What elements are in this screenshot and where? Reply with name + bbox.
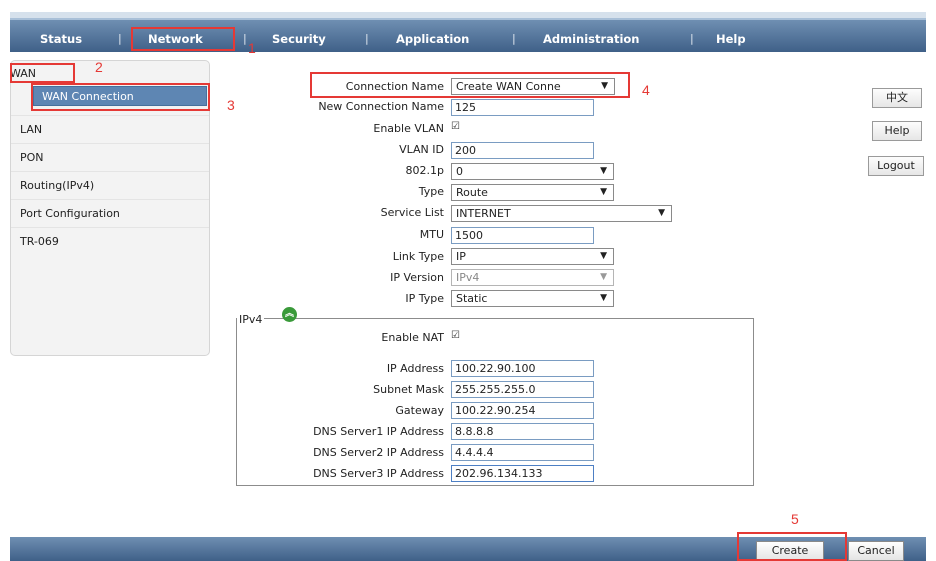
sidebar-divider [11, 227, 209, 228]
ip-address-input[interactable]: 100.22.90.100 [451, 360, 594, 377]
service-list-select[interactable]: INTERNET ▼ [451, 205, 672, 222]
dropdown-arrow-icon: ▼ [658, 208, 665, 218]
nav-application[interactable]: Application [396, 32, 469, 46]
logout-button[interactable]: Logout [868, 156, 924, 176]
dropdown-arrow-icon: ▼ [600, 272, 607, 282]
vlan-id-input[interactable]: 200 [451, 142, 594, 159]
ip-version-select: IPv4 ▼ [451, 269, 614, 286]
sidebar-item-port-configuration[interactable]: Port Configuration [20, 207, 120, 220]
enable-nat-checkbox[interactable]: ☑ [451, 331, 462, 342]
link-type-select[interactable]: IP ▼ [451, 248, 614, 265]
subnet-mask-input[interactable]: 255.255.255.0 [451, 381, 594, 398]
dropdown-arrow-icon: ▼ [600, 187, 607, 197]
enable-vlan-checkbox[interactable]: ☑ [451, 122, 462, 133]
annotation-box-wan [10, 63, 75, 83]
sidebar-item-routing[interactable]: Routing(IPv4) [20, 179, 94, 192]
nav-help[interactable]: Help [716, 32, 746, 46]
new-connection-name-input[interactable]: 125 [451, 99, 594, 116]
vlan-id-label: VLAN ID [399, 143, 444, 156]
ip-address-label: IP Address [386, 362, 444, 375]
type-select[interactable]: Route ▼ [451, 184, 614, 201]
router-config-page: Status | Network | Security | Applicatio… [0, 0, 936, 561]
sidebar-divider [11, 199, 209, 200]
ip-version-label: IP Version [390, 271, 444, 284]
nav-administration[interactable]: Administration [543, 32, 640, 46]
annotation-number: 3 [227, 97, 235, 113]
subnet-mask-label: Subnet Mask [373, 383, 444, 396]
sidebar-divider [11, 171, 209, 172]
annotation-number: 5 [791, 511, 799, 527]
annotation-box-network [131, 27, 235, 51]
gateway-input[interactable]: 100.22.90.254 [451, 402, 594, 419]
mtu-label: MTU [419, 228, 444, 241]
annotation-number: 1 [248, 40, 256, 56]
annotation-box-create [737, 532, 847, 561]
annotation-number: 4 [642, 82, 650, 98]
nav-status[interactable]: Status [40, 32, 82, 46]
dns3-input[interactable]: 202.96.134.133 [451, 465, 594, 482]
sidebar-divider [11, 115, 209, 116]
gateway-label: Gateway [395, 404, 444, 417]
help-button[interactable]: Help [872, 121, 922, 141]
nav-separator: | [512, 32, 516, 45]
ip-type-select[interactable]: Static ▼ [451, 290, 614, 307]
dns1-label: DNS Server1 IP Address [313, 425, 444, 438]
dns1-input[interactable]: 8.8.8.8 [451, 423, 594, 440]
sidebar-item-pon[interactable]: PON [20, 151, 44, 164]
enable-vlan-label: Enable VLAN [373, 122, 444, 135]
dns2-input[interactable]: 4.4.4.4 [451, 444, 594, 461]
enable-nat-label: Enable NAT [381, 331, 444, 344]
cancel-button[interactable]: Cancel [848, 541, 904, 561]
nav-separator: | [365, 32, 369, 45]
sidebar-item-lan[interactable]: LAN [20, 123, 42, 136]
dot1p-label: 802.1p [405, 164, 444, 177]
nav-separator: | [690, 32, 694, 45]
nav-security[interactable]: Security [272, 32, 326, 46]
dns3-label: DNS Server3 IP Address [313, 467, 444, 480]
dropdown-arrow-icon: ▼ [600, 166, 607, 176]
annotation-box-wan-connection [31, 83, 210, 111]
dropdown-arrow-icon: ▼ [600, 251, 607, 261]
service-list-label: Service List [380, 206, 444, 219]
ipv4-legend: IPv4 [237, 313, 265, 326]
sidebar-item-tr069[interactable]: TR-069 [20, 235, 59, 248]
language-button[interactable]: 中文 [872, 88, 922, 108]
dns2-label: DNS Server2 IP Address [313, 446, 444, 459]
ip-type-label: IP Type [405, 292, 444, 305]
mtu-input[interactable]: 1500 [451, 227, 594, 244]
nav-separator: | [243, 32, 247, 45]
collapse-icon[interactable]: ︽ [282, 307, 297, 322]
sidebar-divider [11, 143, 209, 144]
type-label: Type [418, 185, 444, 198]
annotation-number: 2 [95, 59, 103, 75]
dot1p-select[interactable]: 0 ▼ [451, 163, 614, 180]
link-type-label: Link Type [392, 250, 444, 263]
dropdown-arrow-icon: ▼ [600, 293, 607, 303]
nav-separator: | [118, 32, 122, 45]
annotation-box-connection-name [310, 72, 630, 98]
new-connection-name-label: New Connection Name [318, 100, 444, 113]
